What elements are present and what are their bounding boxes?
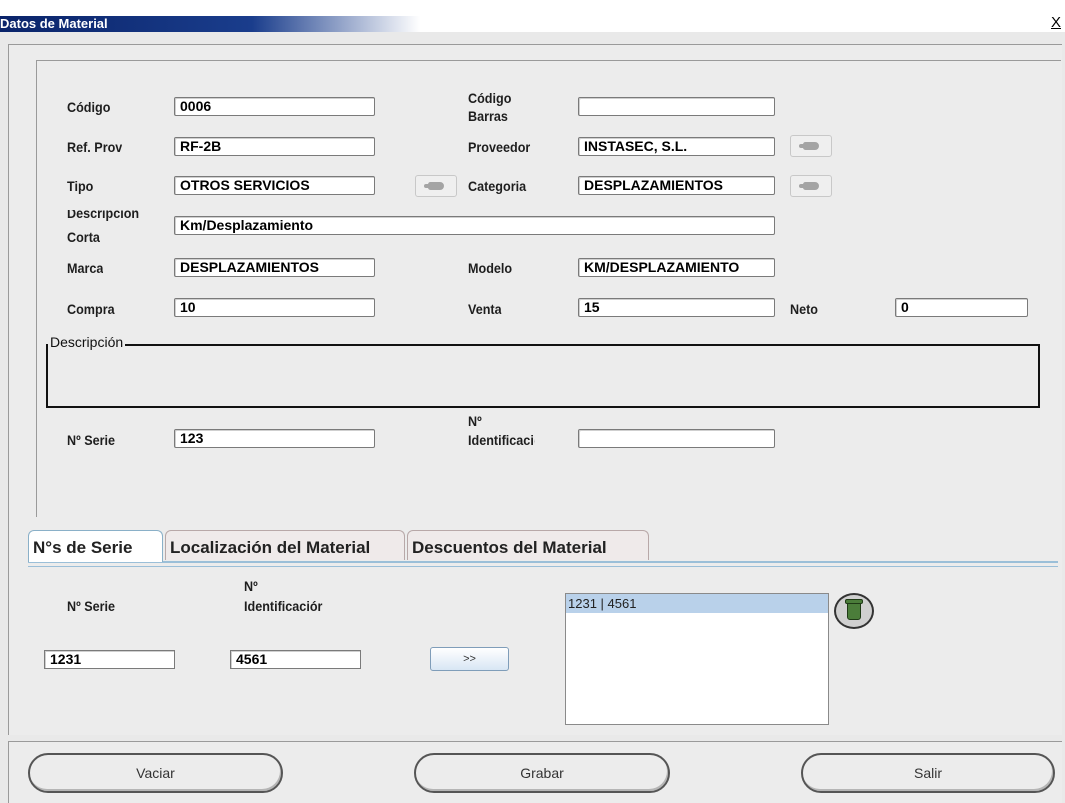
pointing-hand-icon xyxy=(799,182,819,190)
compra-label: Compra xyxy=(67,301,115,317)
n-identificacion-input[interactable] xyxy=(578,429,775,448)
tipo-input[interactable]: OTROS SERVICIOS xyxy=(174,176,375,195)
vaciar-button[interactable]: Vaciar xyxy=(28,753,283,793)
codigo-barras-input[interactable] xyxy=(578,97,775,116)
n-serie-label: Nº Serie xyxy=(67,432,116,448)
descripcion-corta-input[interactable]: Km/Desplazamiento xyxy=(174,216,775,235)
descripcion-corta-label-line2: Corta xyxy=(67,229,100,245)
modelo-input[interactable]: KM/DESPLAZAMIENTO xyxy=(578,258,775,277)
n-identificacion-label-line1: Nº xyxy=(468,413,482,429)
trash-icon xyxy=(845,598,863,620)
tab-divider-inner xyxy=(28,566,1058,567)
marca-label: Marca xyxy=(67,260,104,276)
tipo-lookup-button[interactable] xyxy=(415,175,457,197)
tipo-label: Tipo xyxy=(67,178,94,194)
descripcion-legend: Descripción xyxy=(48,334,126,350)
ref-prov-input[interactable]: RF-2B xyxy=(174,137,375,156)
ref-prov-label: Ref. Prov xyxy=(67,139,123,155)
material-fields-panel xyxy=(36,60,1061,517)
codigo-barras-label-line2: Barras xyxy=(468,108,508,124)
grabar-button[interactable]: Grabar xyxy=(414,753,670,793)
window-title: Datos de Material xyxy=(0,16,420,32)
delete-serie-button[interactable] xyxy=(834,593,874,629)
pointing-hand-icon xyxy=(799,142,819,150)
serie-tab-serie-input[interactable]: 1231 xyxy=(44,650,175,669)
neto-label: Neto xyxy=(790,301,819,317)
codigo-label: Código xyxy=(67,99,111,115)
proveedor-label: Proveedor xyxy=(468,139,531,155)
venta-input[interactable]: 15 xyxy=(578,298,775,317)
serie-tab-ident-input[interactable]: 4561 xyxy=(230,650,361,669)
serie-tab-ident-label-line1: Nº xyxy=(244,578,258,594)
add-serie-button[interactable]: >> xyxy=(430,647,509,671)
list-item[interactable]: 1231 | 4561 xyxy=(566,594,828,613)
tab-localizacion[interactable]: Localización del Material xyxy=(165,530,405,560)
salir-button[interactable]: Salir xyxy=(801,753,1055,793)
tab-descuentos[interactable]: Descuentos del Material xyxy=(407,530,649,560)
compra-input[interactable]: 10 xyxy=(174,298,375,317)
serie-tab-serie-label: Nº Serie xyxy=(67,598,116,614)
modelo-label: Modelo xyxy=(468,260,513,276)
codigo-barras-label-line1: Código xyxy=(468,90,512,106)
tab-divider xyxy=(28,561,1058,563)
serie-tab-ident-label-line2: Identificaciór xyxy=(244,598,323,614)
close-icon[interactable]: X xyxy=(1049,15,1063,31)
n-identificacion-label-line2: Identificaciór xyxy=(468,432,535,448)
marca-input[interactable]: DESPLAZAMIENTOS xyxy=(174,258,375,277)
descripcion-corta-label-line1: Descripcion xyxy=(67,210,140,221)
proveedor-input[interactable]: INSTASEC, S.L. xyxy=(578,137,775,156)
descripcion-textarea[interactable] xyxy=(46,344,1040,408)
n-serie-input[interactable]: 123 xyxy=(174,429,375,448)
pointing-hand-icon xyxy=(424,182,444,190)
title-bar: Datos de Material X xyxy=(0,0,1065,32)
serie-list[interactable]: 1231 | 4561 xyxy=(565,593,829,725)
neto-input[interactable]: 0 xyxy=(895,298,1028,317)
categoria-lookup-button[interactable] xyxy=(790,175,832,197)
venta-label: Venta xyxy=(468,301,502,317)
categoria-label: Categoria xyxy=(468,178,527,194)
categoria-input[interactable]: DESPLAZAMIENTOS xyxy=(578,176,775,195)
proveedor-lookup-button[interactable] xyxy=(790,135,832,157)
codigo-input[interactable]: 0006 xyxy=(174,97,375,116)
tab-numeros-serie[interactable]: N°s de Serie xyxy=(28,530,163,562)
